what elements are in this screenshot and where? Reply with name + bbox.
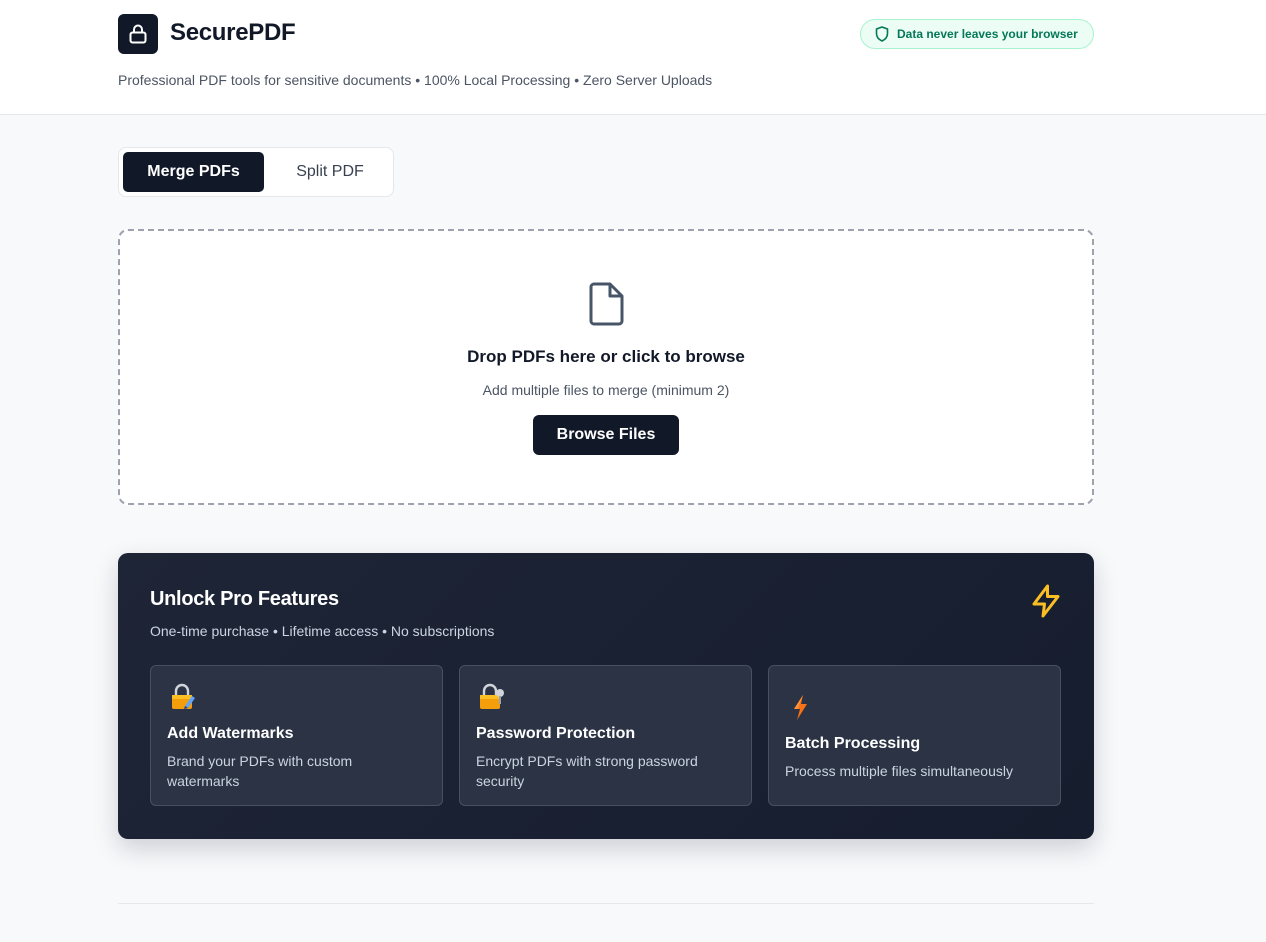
app-tagline: Professional PDF tools for sensitive doc… [118, 72, 713, 88]
feature-title: Password Protection [476, 725, 636, 742]
dropzone-subtitle: Add multiple files to merge (minimum 2) [482, 382, 730, 398]
feature-description: Process multiple files simultaneously [785, 763, 1013, 779]
shield-icon [875, 26, 889, 42]
pdf-dropzone[interactable]: Drop PDFs here or click to browse Add mu… [118, 229, 1094, 505]
app-logo [118, 14, 158, 54]
app-title: SecurePDF [170, 19, 296, 46]
privacy-badge-label: Data never leaves your browser [897, 27, 1078, 41]
feature-card-password-protection[interactable]: Password Protection Encrypt PDFs with st… [459, 665, 752, 806]
lightning-bolt-icon [794, 695, 807, 720]
feature-title: Add Watermarks [167, 725, 294, 742]
tab-merge-pdfs[interactable]: Merge PDFs [123, 152, 264, 192]
pro-title: Unlock Pro Features [150, 588, 339, 610]
feature-description: Brand your PDFs with custom watermarks [167, 753, 353, 789]
app-header: SecurePDF Professional PDF tools for sen… [0, 0, 1266, 115]
pro-features-card: Unlock Pro Features One-time purchase • … [118, 553, 1094, 839]
feature-title: Batch Processing [785, 735, 921, 752]
feature-card-batch-processing[interactable]: Batch Processing Process multiple files … [768, 665, 1061, 806]
footer-divider [118, 903, 1094, 904]
pro-subtitle: One-time purchase • Lifetime access • No… [150, 623, 495, 639]
tool-tabs: Merge PDFs Split PDF [118, 147, 394, 197]
dropzone-title: Drop PDFs here or click to browse [467, 347, 745, 366]
browse-files-button[interactable]: Browse Files [533, 415, 679, 455]
tab-split-pdf[interactable]: Split PDF [269, 152, 391, 192]
file-icon [589, 282, 624, 326]
privacy-badge: Data never leaves your browser [860, 19, 1094, 49]
lightning-bolt-icon [1032, 584, 1060, 618]
locked-with-pen-icon [172, 683, 195, 709]
feature-description: Encrypt PDFs with strong password securi… [476, 753, 698, 789]
locked-with-key-icon [480, 683, 504, 709]
lock-icon [129, 24, 147, 44]
feature-card-watermarks[interactable]: Add Watermarks Brand your PDFs with cust… [150, 665, 443, 806]
